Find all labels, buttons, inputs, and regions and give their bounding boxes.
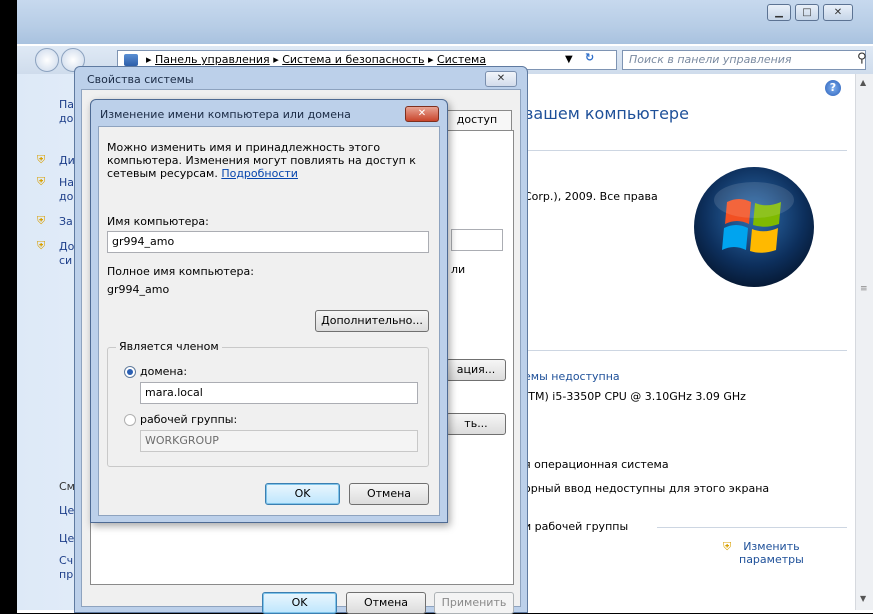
sidebar-item-label[interactable]: Ди [59, 154, 75, 167]
shield-icon: ⛨ [37, 214, 46, 227]
system-type-value: я операционная система [524, 458, 669, 471]
domain-radio[interactable] [124, 366, 136, 378]
search-input[interactable]: Поиск в панели управления [622, 50, 866, 70]
section-heading: и рабочей группы [524, 520, 629, 533]
sidebar-item-label[interactable]: до [59, 112, 73, 125]
pen-touch-value: орный ввод недоступны для этого экрана [524, 482, 770, 495]
search-icon[interactable]: ⚲ [857, 51, 867, 66]
member-of-label: Является членом [116, 340, 222, 353]
rating-link[interactable]: емы недоступна [524, 370, 620, 383]
change-settings-line: Изменить [743, 540, 800, 553]
shield-icon: ⛨ [723, 540, 732, 553]
scroll-grip-icon[interactable]: ≡ [860, 284, 868, 294]
window-titlebar: ▁ □ ✕ [17, 0, 873, 44]
computer-name-label: Имя компьютера: [107, 215, 209, 228]
dialog-title: Изменение имени компьютера или домена [100, 108, 351, 121]
processor-value: (TM) i5-3350P CPU @ 3.10GHz 3.09 GHz [524, 390, 746, 403]
full-name-label: Полное имя компьютера: [107, 265, 254, 278]
apply-button: Применить [434, 592, 514, 614]
shield-icon: ⛨ [37, 175, 46, 188]
help-icon[interactable]: ? [825, 80, 841, 96]
address-dropdown-icon[interactable]: ▼ [565, 54, 573, 65]
control-panel-icon [124, 54, 138, 66]
description-text: Можно изменить имя и принадлежность этог… [107, 141, 427, 180]
breadcrumb-item[interactable]: Панель управления [155, 53, 270, 66]
more-button[interactable]: Дополнительно... [315, 310, 429, 332]
workgroup-input: WORKGROUP [140, 430, 418, 452]
tab-remote[interactable]: доступ [442, 110, 512, 130]
vertical-scrollbar[interactable]: ▲ ≡ ▼ [855, 74, 873, 610]
close-icon[interactable]: ✕ [405, 106, 439, 122]
full-name-value: gr994_amo [107, 283, 170, 296]
rename-computer-dialog: Изменение имени компьютера или домена ✕ … [90, 99, 448, 523]
sidebar-item-label[interactable]: Па [59, 98, 74, 111]
sidebar-item-label[interactable]: Сч [59, 554, 73, 567]
change-button[interactable]: ть... [446, 413, 506, 435]
sidebar-item-label[interactable]: си [59, 254, 72, 267]
sidebar-item-label[interactable]: до [59, 190, 73, 203]
section-divider [524, 150, 847, 151]
close-icon[interactable]: ✕ [485, 71, 517, 87]
sidebar-item-label[interactable]: пр [59, 568, 73, 581]
section-divider [657, 527, 847, 528]
member-of-group: Является членом домена: mara.local рабоч… [107, 340, 429, 467]
scroll-down-icon[interactable]: ▼ [860, 594, 866, 603]
sidebar-item-label[interactable]: На [59, 176, 74, 189]
domain-label: домена: [140, 365, 188, 378]
computer-name-input[interactable]: gr994_amo [107, 231, 429, 253]
dialog-body: Можно изменить имя и принадлежность этог… [98, 126, 440, 516]
workgroup-radio[interactable] [124, 414, 136, 426]
scroll-up-icon[interactable]: ▲ [860, 78, 866, 87]
shield-icon: ⛨ [37, 153, 46, 166]
breadcrumb-item[interactable]: Система [437, 53, 486, 66]
breadcrumb-arrow-icon: ▸ [427, 53, 437, 66]
domain-input[interactable]: mara.local [140, 382, 418, 404]
close-window-button[interactable]: ✕ [823, 4, 853, 21]
cancel-button[interactable]: Отмена [349, 483, 429, 505]
sidebar-item-label[interactable]: До [59, 240, 74, 253]
sidebar-item-label: См [59, 480, 75, 493]
dialog-title: Свойства системы [87, 73, 194, 86]
maximize-button[interactable]: □ [795, 4, 819, 21]
shield-icon: ⛨ [37, 239, 46, 252]
back-icon[interactable] [35, 48, 59, 72]
sidebar-item-label[interactable]: За [59, 215, 73, 228]
breadcrumb-arrow-icon: ▸ [273, 53, 283, 66]
ok-button[interactable]: OK [262, 592, 337, 614]
section-divider [524, 350, 847, 351]
description-input[interactable] [451, 229, 503, 251]
windows-logo [689, 162, 819, 292]
identification-button[interactable]: ация... [446, 359, 506, 381]
change-settings-link[interactable]: Изменить параметры [739, 540, 804, 566]
refresh-icon[interactable]: ↻ [585, 51, 594, 64]
sidebar-item-label[interactable]: Це [59, 532, 74, 545]
breadcrumb-item[interactable]: Система и безопасность [282, 53, 424, 66]
breadcrumb-arrow-icon: ▸ [146, 53, 156, 66]
details-link[interactable]: Подробности [221, 167, 298, 180]
ok-button[interactable]: OK [265, 483, 340, 505]
minimize-button[interactable]: ▁ [767, 4, 791, 21]
workgroup-label: рабочей группы: [140, 413, 238, 426]
cancel-button[interactable]: Отмена [346, 592, 426, 614]
sidebar-item-label[interactable]: Це [59, 504, 74, 517]
change-settings-line: параметры [739, 553, 804, 566]
page-heading: вашем компьютере [524, 104, 689, 123]
copyright-text: Corp.), 2009. Все права [524, 190, 658, 203]
behind-label: ли [451, 263, 466, 276]
